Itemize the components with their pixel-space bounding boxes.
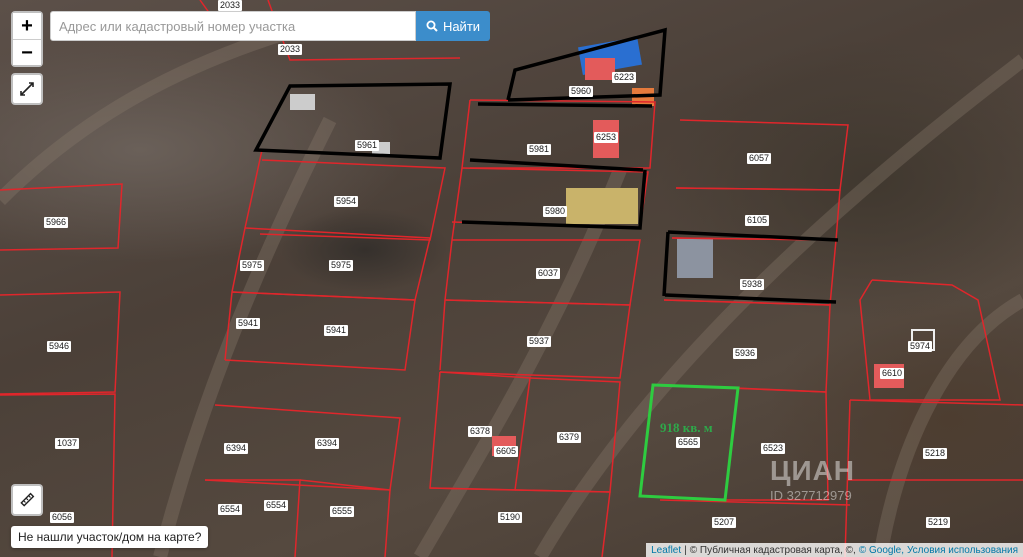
selected-plot-number[interactable]: 6565 bbox=[676, 437, 701, 448]
attribution-separator: | bbox=[684, 544, 687, 556]
plot-label[interactable]: 6394 bbox=[224, 443, 249, 454]
plot-label[interactable]: 6605 bbox=[494, 446, 519, 457]
attribution-source: © Публичная кадастровая карта, ©, bbox=[689, 544, 856, 556]
plot-label[interactable]: 6378 bbox=[468, 426, 493, 437]
plot-label[interactable]: 6056 bbox=[50, 512, 75, 523]
plot-label[interactable]: 5190 bbox=[498, 512, 523, 523]
map-attribution: Leaflet | © Публичная кадастровая карта,… bbox=[646, 543, 1023, 557]
map-view[interactable]: 918 кв. м 2033 2033 6223 5960 5961 5981 … bbox=[0, 0, 1023, 557]
fullscreen-button[interactable] bbox=[11, 73, 43, 105]
plot-label[interactable]: 6610 bbox=[880, 368, 905, 379]
fullscreen-icon bbox=[20, 82, 34, 96]
plot-label[interactable]: 6555 bbox=[330, 506, 355, 517]
watermark-id: ID 327712979 bbox=[770, 488, 852, 503]
plot-label[interactable]: 6105 bbox=[745, 215, 770, 226]
watermark-brand: ЦИАН bbox=[770, 455, 856, 486]
zoom-out-button[interactable]: − bbox=[13, 39, 41, 65]
plot-label[interactable]: 2033 bbox=[218, 0, 243, 11]
plot-label[interactable]: 5975 bbox=[329, 260, 354, 271]
plot-label[interactable]: 5974 bbox=[908, 341, 933, 352]
plot-label[interactable]: 5938 bbox=[740, 279, 765, 290]
plot-label[interactable]: 1037 bbox=[55, 438, 80, 449]
search-button-label: Найти bbox=[442, 18, 481, 34]
plot-label[interactable]: 6253 bbox=[594, 132, 619, 143]
plot-label[interactable]: 5941 bbox=[236, 318, 261, 329]
plot-label[interactable]: 5981 bbox=[527, 144, 552, 155]
plot-label[interactable]: 5980 bbox=[543, 206, 568, 217]
google-link[interactable]: © Google, bbox=[859, 545, 904, 556]
plot-label[interactable]: 5207 bbox=[712, 517, 737, 528]
plot-label[interactable]: 5937 bbox=[527, 336, 552, 347]
plot-label[interactable]: 6394 bbox=[315, 438, 340, 449]
rooftops bbox=[290, 37, 935, 456]
plot-label[interactable]: 5954 bbox=[334, 196, 359, 207]
plot-label[interactable]: 6037 bbox=[536, 268, 561, 279]
plot-label[interactable]: 5936 bbox=[733, 348, 758, 359]
plot-label[interactable]: 5966 bbox=[44, 217, 69, 228]
plot-label[interactable]: 5946 bbox=[47, 341, 72, 352]
ruler-icon bbox=[20, 492, 35, 507]
not-found-button[interactable]: Не нашли участок/дом на карте? bbox=[11, 526, 209, 548]
terms-link[interactable]: Условия использования bbox=[907, 545, 1018, 556]
plot-label[interactable]: 6554 bbox=[218, 504, 243, 515]
measure-button[interactable] bbox=[11, 484, 43, 516]
plot-label[interactable]: 5219 bbox=[926, 517, 951, 528]
map-overlay: 918 кв. м bbox=[0, 0, 1023, 557]
plot-label[interactable]: 5961 bbox=[355, 140, 380, 151]
plot-label[interactable]: 5941 bbox=[324, 325, 349, 336]
search-bar: Найти bbox=[50, 11, 490, 41]
search-icon bbox=[426, 20, 438, 32]
zoom-in-button[interactable]: + bbox=[13, 13, 41, 39]
search-button[interactable]: Найти bbox=[416, 11, 490, 41]
leaflet-link[interactable]: Leaflet bbox=[651, 545, 681, 556]
search-input[interactable] bbox=[50, 11, 416, 41]
selected-plot-area: 918 кв. м bbox=[660, 420, 713, 435]
zoom-control: + − bbox=[11, 11, 43, 67]
plot-label[interactable]: 6554 bbox=[264, 500, 289, 511]
plot-label[interactable]: 2033 bbox=[278, 44, 303, 55]
plot-label[interactable]: 5960 bbox=[569, 86, 594, 97]
plot-label[interactable]: 5218 bbox=[923, 448, 948, 459]
plot-label[interactable]: 6057 bbox=[747, 153, 772, 164]
plot-label[interactable]: 6223 bbox=[612, 72, 637, 83]
plot-label[interactable]: 5975 bbox=[240, 260, 265, 271]
plot-label[interactable]: 6523 bbox=[761, 443, 786, 454]
plot-label[interactable]: 6379 bbox=[557, 432, 582, 443]
